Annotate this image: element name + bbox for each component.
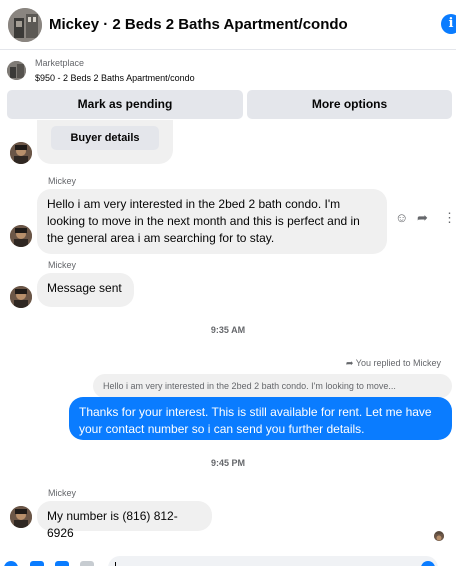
- message-bubble[interactable]: Message sent: [37, 273, 134, 307]
- reply-icon: ➦: [345, 358, 356, 368]
- marketplace-label: Marketplace: [35, 58, 85, 68]
- reply-icon[interactable]: ➦: [417, 209, 428, 227]
- sender-name: Mickey: [48, 488, 77, 498]
- timestamp: 9:35 AM: [210, 325, 246, 335]
- avatar[interactable]: [10, 286, 32, 308]
- message-actions: ☺ ➦ ⋮: [394, 209, 456, 227]
- mark-as-pending-button[interactable]: Mark as pending: [7, 90, 243, 119]
- sent-message-bubble[interactable]: Thanks for your interest. This is still …: [69, 397, 452, 440]
- buyer-details-button[interactable]: Buyer details: [51, 126, 159, 150]
- sender-name: Mickey: [48, 260, 77, 270]
- replied-label: ➦ You replied to Mickey: [346, 358, 441, 369]
- more-options-button[interactable]: More options: [247, 90, 452, 119]
- gif-icon[interactable]: [80, 561, 94, 566]
- text-cursor: [115, 562, 116, 566]
- composer-bar: [0, 553, 456, 566]
- message-bubble[interactable]: Hello i am very interested in the 2bed 2…: [37, 189, 387, 254]
- info-icon[interactable]: i: [441, 14, 456, 34]
- replied-text: You replied to Mickey: [355, 358, 441, 368]
- marketplace-listing-bar: Marketplace $950 - 2 Beds 2 Baths Apartm…: [0, 51, 456, 87]
- conversation-title: Mickey · 2 Beds 2 Baths Apartment/condo: [49, 16, 348, 33]
- message-input[interactable]: [108, 556, 438, 566]
- avatar[interactable]: [10, 142, 32, 164]
- chat-header: Mickey · 2 Beds 2 Baths Apartment/condo …: [0, 0, 456, 50]
- listing-thumbnail-small[interactable]: [7, 61, 26, 80]
- image-icon[interactable]: [55, 561, 69, 566]
- seen-avatar: [434, 531, 444, 541]
- smile-icon[interactable]: ☺: [395, 209, 408, 227]
- more-vertical-icon[interactable]: ⋮: [443, 209, 456, 227]
- message-bubble[interactable]: My number is (816) 812-6926: [37, 501, 212, 540]
- listing-price-title[interactable]: $950 - 2 Beds 2 Baths Apartment/condo: [35, 73, 195, 83]
- quoted-message[interactable]: Hello i am very interested in the 2bed 2…: [93, 374, 452, 398]
- sender-name: Mickey: [48, 176, 77, 186]
- sticker-icon[interactable]: [30, 561, 44, 566]
- listing-thumbnail[interactable]: [8, 8, 42, 42]
- avatar[interactable]: [10, 225, 32, 247]
- avatar[interactable]: [10, 506, 32, 528]
- timestamp: 9:45 PM: [210, 458, 245, 468]
- plus-icon[interactable]: [4, 561, 18, 566]
